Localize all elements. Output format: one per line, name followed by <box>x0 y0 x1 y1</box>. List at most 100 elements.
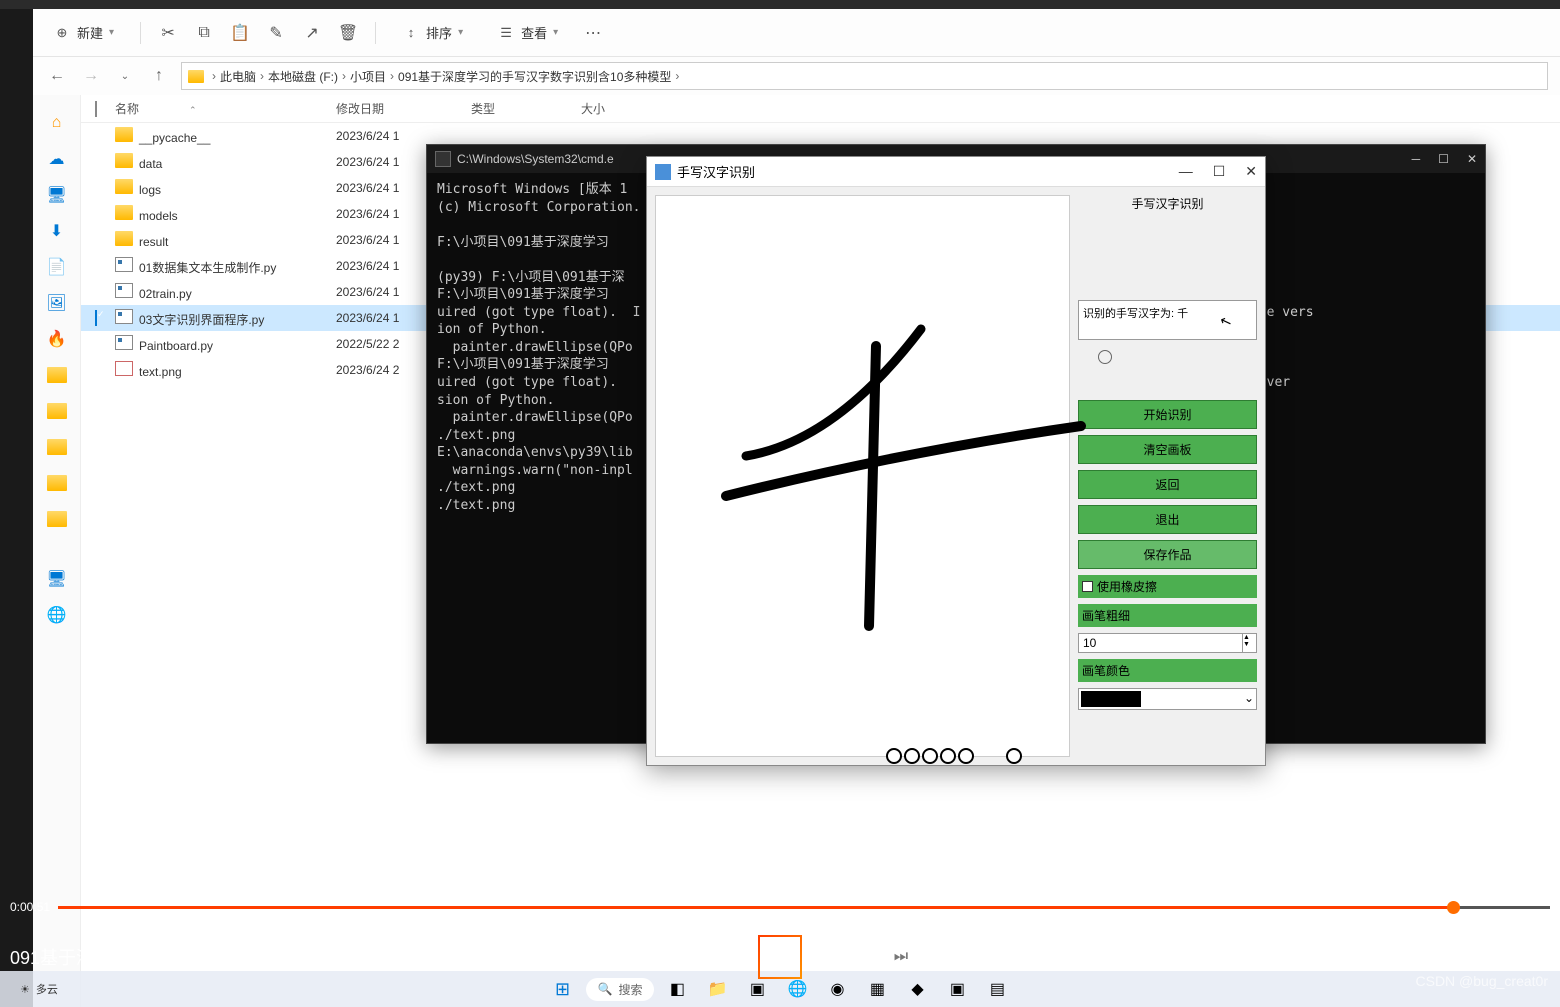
nav-back-icon[interactable]: ← <box>45 64 69 88</box>
explorer-sidebar: ⌂ ☁ 🖥 ⬇ 📄 🖼 🔥 🖥 🌐 <box>33 95 81 1007</box>
folder-icon <box>188 70 204 83</box>
col-date[interactable]: 修改日期 <box>336 100 471 117</box>
file-name: logs <box>139 183 161 197</box>
sidebar-folder[interactable] <box>41 467 73 499</box>
desktop-icon[interactable]: 🖥 <box>41 179 73 211</box>
minimize-icon[interactable]: ─ <box>1412 152 1421 166</box>
py-icon <box>115 257 133 272</box>
folder-icon <box>115 127 133 142</box>
app-icon <box>655 164 671 180</box>
video-thumb[interactable] <box>1447 901 1460 914</box>
onedrive-icon[interactable]: ☁ <box>41 143 73 175</box>
sidebar-folder[interactable] <box>41 431 73 463</box>
spin-down-icon[interactable]: ▼ <box>1243 641 1256 648</box>
os-titlebar <box>0 0 1560 9</box>
col-name[interactable]: 名称⌃ <box>111 100 336 117</box>
loop-off-icon[interactable]: ⟲ <box>944 944 970 970</box>
file-name: __pycache__ <box>139 131 210 145</box>
copy-icon[interactable]: ⧉ <box>195 24 213 42</box>
folder-icon <box>115 205 133 220</box>
cut-icon[interactable]: ✂ <box>159 24 177 42</box>
recognition-result: 识别的手写汉字为: 千 ↖ <box>1078 300 1257 340</box>
sidebar-folder[interactable] <box>41 359 73 391</box>
separator <box>375 22 376 44</box>
sort-icon: ↕ <box>402 24 420 42</box>
gui-title-text: 手写汉字识别 <box>677 162 755 181</box>
gui-titlebar[interactable]: 手写汉字识别 — ☐ ✕ <box>647 157 1265 187</box>
file-name: 03文字识别界面程序.py <box>139 313 264 327</box>
chevron-down-icon: ▾ <box>458 27 463 38</box>
play-button[interactable]: ▶ <box>758 935 802 979</box>
file-date: 2023/6/24 1 <box>336 129 471 143</box>
col-type[interactable]: 类型 <box>471 100 581 117</box>
documents-icon[interactable]: 📄 <box>41 251 73 283</box>
network-icon[interactable]: 🌐 <box>41 599 73 631</box>
video-progress-bar[interactable]: 0:00:51 <box>0 897 1560 917</box>
col-size[interactable]: 大小 <box>581 100 661 117</box>
video-controls: 091基于深度学习的手写汉字数字识别含10多种模型 ⤨ ⏮ ↶10 ▶ ↷30 … <box>0 927 1560 987</box>
cursor-icon: ↖ <box>1218 312 1235 332</box>
spin-up-icon[interactable]: ▲ <box>1243 634 1256 641</box>
new-label: 新建 <box>77 23 103 42</box>
view-button[interactable]: ☰ 查看 ▾ <box>489 19 566 46</box>
bc-folder2[interactable]: 091基于深度学习的手写汉字数字识别含10多种模型 <box>398 68 671 85</box>
sidebar-folder[interactable] <box>41 503 73 535</box>
minimize-icon[interactable]: — <box>1179 163 1193 180</box>
file-name: text.png <box>139 365 182 379</box>
prev-track-icon[interactable]: ⏮ <box>646 944 672 970</box>
nav-fwd-icon[interactable]: → <box>79 64 103 88</box>
drawing-canvas[interactable] <box>655 195 1070 757</box>
rewind-10-icon[interactable]: ↶10 <box>702 944 728 970</box>
bc-folder1[interactable]: 小项目 <box>350 68 386 85</box>
py-icon <box>115 335 133 350</box>
close-icon[interactable]: ✕ <box>1467 152 1477 166</box>
paste-icon[interactable]: 📋 <box>231 24 249 42</box>
view-label: 查看 <box>521 23 547 42</box>
share-icon[interactable]: ↗ <box>303 24 321 42</box>
delete-icon[interactable]: 🗑 <box>339 24 357 42</box>
chevron-right-icon: › <box>260 69 264 83</box>
maximize-icon[interactable]: ☐ <box>1438 152 1449 166</box>
chevron-right-icon: › <box>675 69 679 83</box>
sidebar-folder[interactable] <box>41 395 73 427</box>
video-time: 0:00:51 <box>10 900 50 914</box>
shuffle-icon[interactable]: ⤨ <box>590 944 616 970</box>
home-icon[interactable]: ⌂ <box>41 107 73 139</box>
file-name: Paintboard.py <box>139 339 213 353</box>
separator <box>140 22 141 44</box>
chevron-right-icon: › <box>342 69 346 83</box>
close-icon[interactable]: ✕ <box>1245 163 1257 180</box>
file-name: data <box>139 157 162 171</box>
forward-30-icon[interactable]: ↷30 <box>832 944 858 970</box>
video-track[interactable] <box>58 906 1550 909</box>
folder-icon <box>115 179 133 194</box>
nav-up-icon[interactable]: ↑ <box>147 64 171 88</box>
bc-drive[interactable]: 本地磁盘 (F:) <box>268 68 338 85</box>
terminal-title: C:\Windows\System32\cmd.e <box>457 152 614 166</box>
checkbox-icon[interactable] <box>95 310 97 326</box>
py-icon <box>115 309 133 324</box>
music-icon[interactable]: 🔥 <box>41 323 73 355</box>
more-icon[interactable]: ⋯ <box>584 24 602 42</box>
sort-asc-icon: ⌃ <box>189 105 197 115</box>
gui-body: 手写汉字识别 识别的手写汉字为: 千 ↖ 开始识别 清空画板 返回 退出 保存作… <box>647 187 1265 765</box>
chevron-down-icon[interactable]: ⌄ <box>1244 691 1254 707</box>
sort-button[interactable]: ↕ 排序 ▾ <box>394 19 471 46</box>
this-pc-icon[interactable]: 🖥 <box>41 563 73 595</box>
file-name: 02train.py <box>139 287 192 301</box>
file-name: result <box>139 235 168 249</box>
py-icon <box>115 283 133 298</box>
maximize-icon[interactable]: ☐ <box>1213 163 1226 180</box>
nav-recent-icon[interactable]: ⌄ <box>113 64 137 88</box>
col-checkbox[interactable] <box>81 102 111 116</box>
chevron-down-icon: ▾ <box>553 27 558 38</box>
breadcrumb[interactable]: › 此电脑 › 本地磁盘 (F:) › 小项目 › 091基于深度学习的手写汉字… <box>181 62 1548 90</box>
downloads-icon[interactable]: ⬇ <box>41 215 73 247</box>
bc-pc[interactable]: 此电脑 <box>220 68 256 85</box>
explorer-navbar: ← → ⌄ ↑ › 此电脑 › 本地磁盘 (F:) › 小项目 › 091基于深… <box>33 57 1560 95</box>
next-track-icon[interactable]: ⏭ <box>888 944 914 970</box>
rename-icon[interactable]: ✎ <box>267 24 285 42</box>
file-name: 01数据集文本生成制作.py <box>139 261 276 275</box>
new-button[interactable]: ⊕ 新建 ▾ <box>45 19 122 46</box>
pictures-icon[interactable]: 🖼 <box>41 287 73 319</box>
